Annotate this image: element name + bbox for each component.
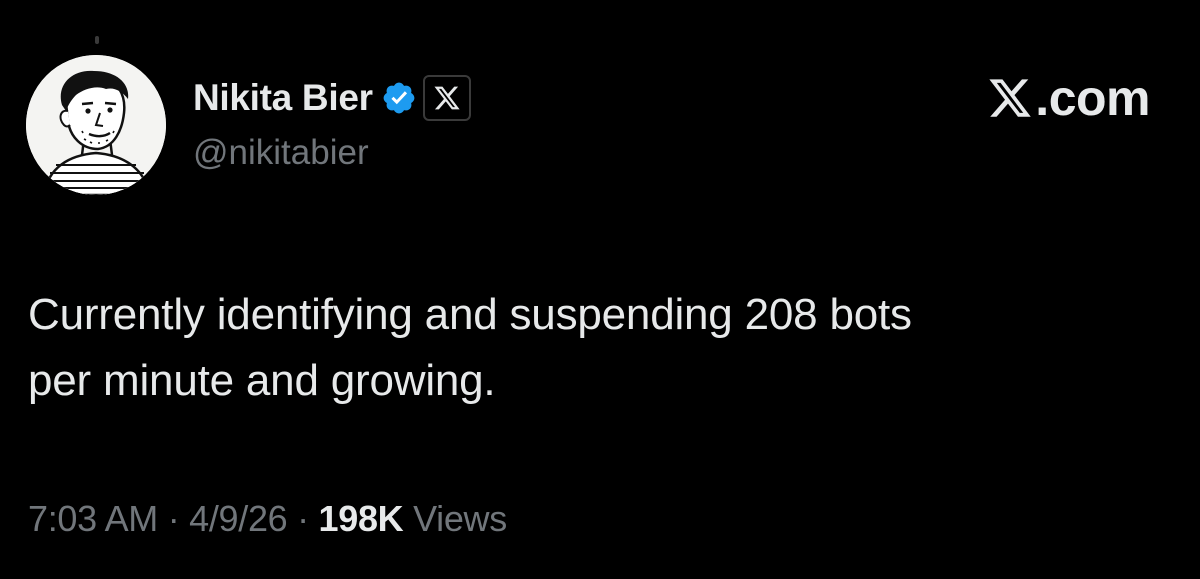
status-dot [95, 36, 99, 44]
avatar-illustration [26, 55, 166, 195]
brand-domain-text: .com [1035, 70, 1150, 126]
avatar[interactable] [26, 55, 166, 195]
meta-separator: · [297, 498, 309, 539]
affiliate-badge[interactable] [422, 75, 471, 121]
author-handle[interactable]: @nikitabier [193, 133, 369, 173]
tweet-text: Currently identifying and suspending 208… [28, 290, 912, 405]
brand-watermark: .com [987, 70, 1150, 126]
x-logo-icon [434, 86, 460, 110]
tweet-date[interactable]: 4/9/26 [189, 498, 288, 539]
tweet-card: Nikita Bier @nikitabier .com Currently i… [0, 0, 1200, 579]
tweet-time[interactable]: 7:03 AM [28, 498, 158, 539]
views-label: Views [413, 498, 507, 539]
verified-badge-icon [381, 80, 417, 116]
author-display-name[interactable]: Nikita Bier [193, 77, 373, 119]
meta-separator: · [167, 498, 180, 539]
tweet-meta: 7:03 AM · 4/9/26 · 198K Views [28, 498, 507, 540]
x-logo-icon [989, 79, 1032, 117]
views-count[interactable]: 198K [319, 498, 404, 539]
author-name-row: Nikita Bier [193, 72, 471, 124]
